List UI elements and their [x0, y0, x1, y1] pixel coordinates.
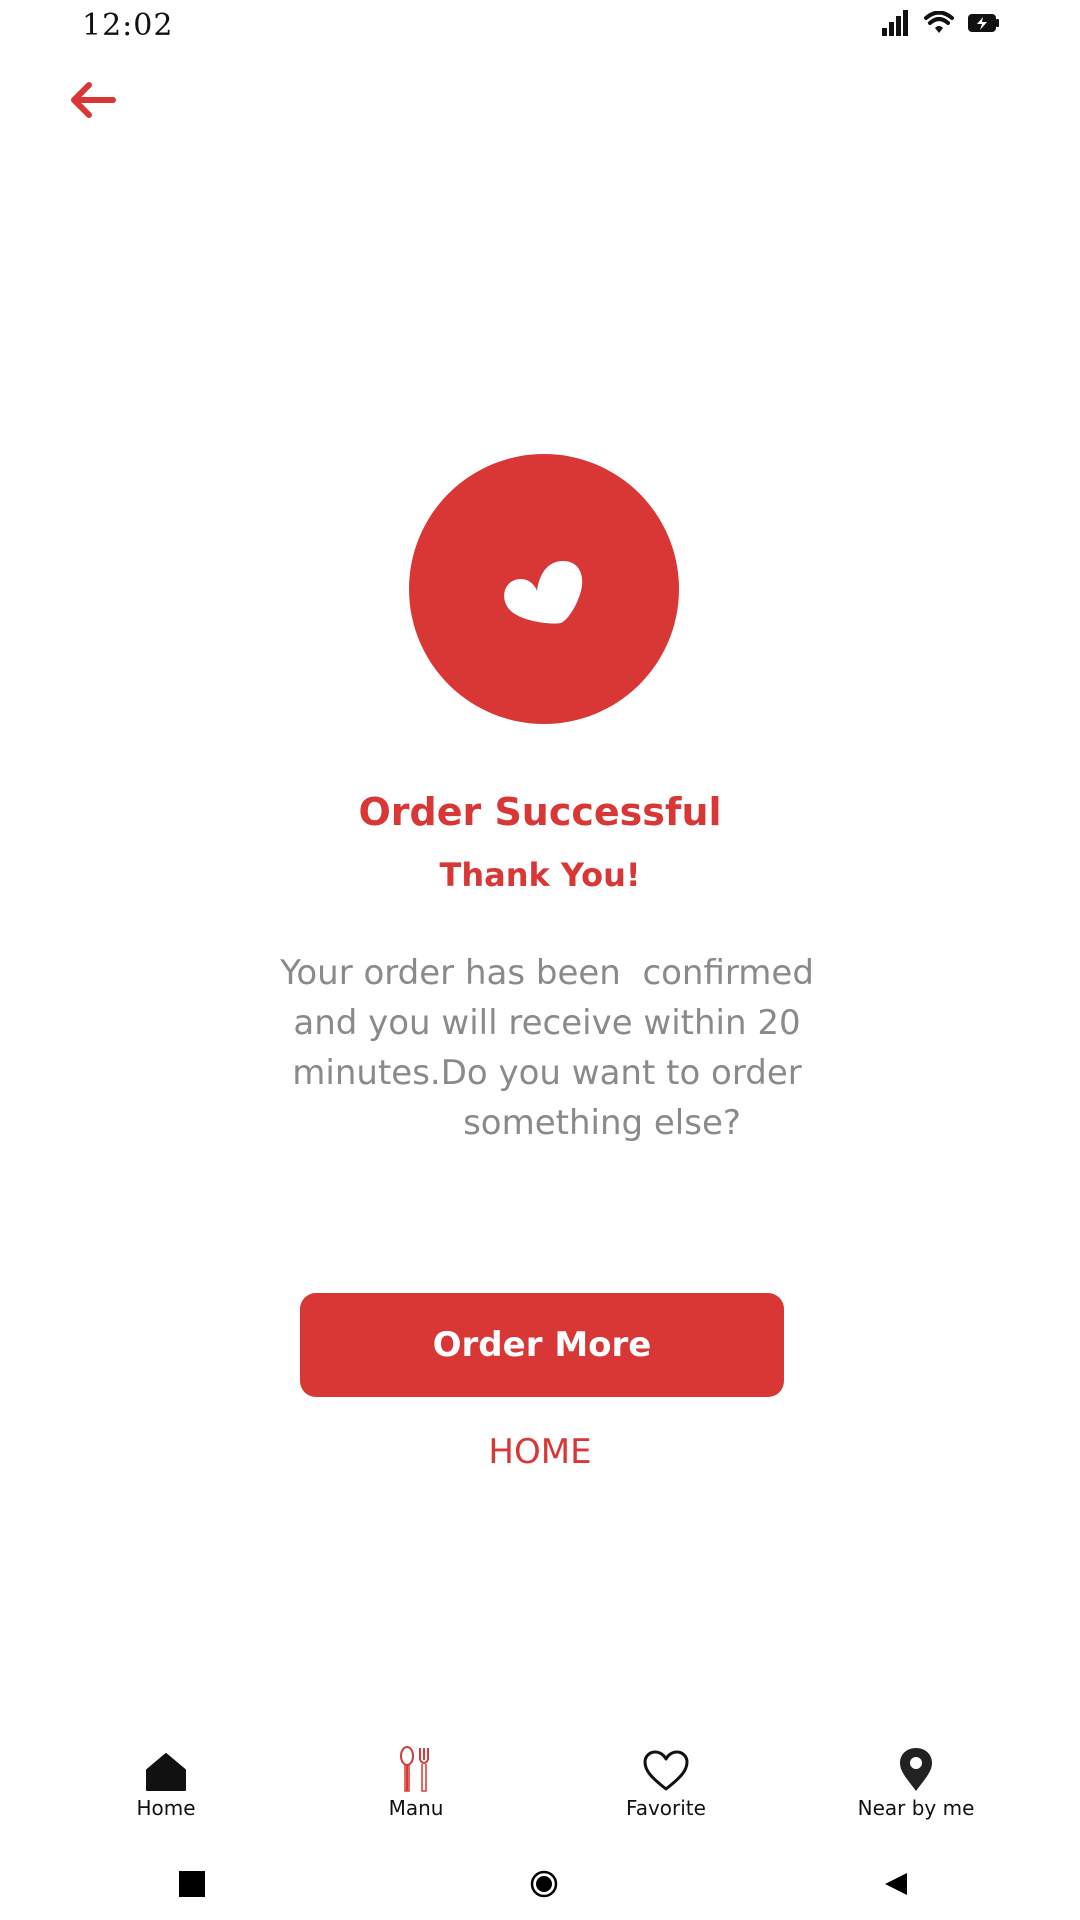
- system-home-button[interactable]: [520, 1862, 568, 1910]
- heart-outline-icon: [642, 1742, 690, 1792]
- nav-label: Favorite: [626, 1796, 706, 1820]
- wifi-icon: [924, 11, 954, 35]
- back-button[interactable]: [60, 76, 124, 128]
- signal-icon: [882, 10, 910, 36]
- page-subtitle: Thank You!: [439, 856, 641, 894]
- success-badge: [409, 454, 679, 724]
- message-line: minutes.Do you want to order: [292, 1053, 802, 1093]
- confirmation-message: Your order has been confirmed and you wi…: [262, 948, 832, 1148]
- nav-item-menu[interactable]: Manu: [316, 1742, 516, 1820]
- bottom-navigation: Home Manu Favorite Near by me: [0, 1742, 1080, 1832]
- status-bar: 12:02: [0, 0, 1080, 52]
- heart-icon: [499, 547, 589, 632]
- home-link[interactable]: HOME: [0, 1432, 1080, 1472]
- system-navigation-bar: [0, 1850, 1080, 1920]
- nav-item-near-by-me[interactable]: Near by me: [816, 1742, 1016, 1820]
- nav-label: Near by me: [857, 1796, 975, 1820]
- nav-item-favorite[interactable]: Favorite: [566, 1742, 766, 1820]
- message-line: Your order has been confirmed: [280, 953, 814, 993]
- message-line: and you will receive within 20: [293, 1003, 801, 1043]
- message-line: something else?: [463, 1103, 741, 1143]
- recent-apps-button[interactable]: [168, 1862, 216, 1910]
- location-pin-icon: [898, 1742, 934, 1792]
- status-time: 12:02: [82, 8, 174, 43]
- home-circle-icon: [530, 1870, 558, 1903]
- fork-spoon-icon: [399, 1742, 433, 1792]
- system-back-button[interactable]: [872, 1862, 920, 1910]
- page-title: Order Successful: [358, 790, 722, 834]
- nav-label: Home: [136, 1796, 196, 1820]
- arrow-left-icon: [67, 80, 117, 125]
- back-triangle-icon: [883, 1871, 909, 1902]
- battery-charging-icon: [968, 12, 1000, 34]
- order-more-button[interactable]: Order More: [300, 1293, 784, 1397]
- nav-item-home[interactable]: Home: [66, 1742, 266, 1820]
- recent-apps-icon: [179, 1870, 205, 1902]
- status-icons: [882, 10, 1000, 36]
- nav-label: Manu: [388, 1796, 444, 1820]
- home-icon: [145, 1742, 187, 1792]
